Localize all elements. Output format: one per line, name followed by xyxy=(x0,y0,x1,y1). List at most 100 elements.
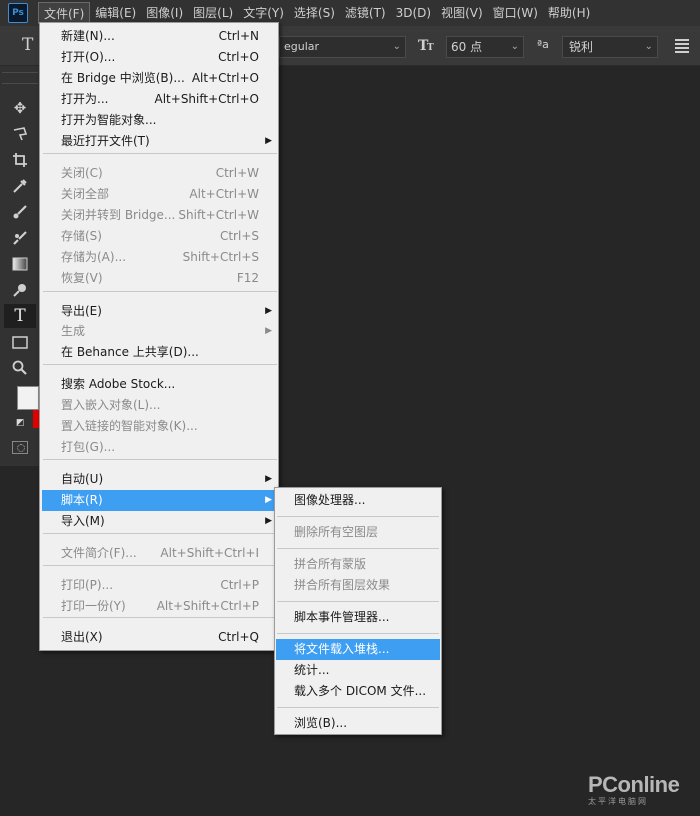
type-tool-preset-icon[interactable]: T xyxy=(22,35,33,55)
script-submenu: 图像处理器... 删除所有空图层拼合所有蒙版拼合所有图层效果 脚本事件管理器... 将… xyxy=(274,487,442,735)
script-menu-item[interactable]: 脚本事件管理器... xyxy=(276,607,440,628)
submenu-arrow-icon: ▶ xyxy=(265,136,272,146)
menu-item-label: 自动(U) xyxy=(61,472,104,486)
menu-item-label: 关闭(C) xyxy=(61,166,103,180)
lasso-icon[interactable] xyxy=(4,122,36,146)
file-menu-item[interactable]: 关闭(C) Ctrl+W xyxy=(42,163,278,184)
font-size-value: 60 点 xyxy=(451,40,483,54)
menu-item-shortcut: Alt+Ctrl+W xyxy=(189,187,259,201)
menu-separator xyxy=(43,153,277,154)
menu-separator xyxy=(43,565,277,566)
file-menu-item[interactable]: 打开为... Alt+Shift+Ctrl+O xyxy=(42,89,278,110)
menu-item-label: 脚本(R) xyxy=(61,493,103,507)
menu-layer[interactable]: 图层(L) xyxy=(188,2,238,24)
menu-edit[interactable]: 编辑(E) xyxy=(90,2,141,24)
menu-item-shortcut: Ctrl+P xyxy=(220,578,259,592)
menu-item-label: 退出(X) xyxy=(61,630,103,644)
pconline-watermark: PConline 太平洋电脑网 xyxy=(588,772,692,807)
script-menu-item[interactable]: 删除所有空图层 xyxy=(276,522,440,543)
script-menu-item[interactable]: 统计... xyxy=(276,660,440,681)
menu-item-label: 打印(P)... xyxy=(61,578,114,592)
menu-separator xyxy=(277,707,439,708)
file-menu-item[interactable]: 打开为智能对象... xyxy=(42,110,278,131)
file-menu-item[interactable]: 导出(E) ▶ xyxy=(42,301,278,322)
font-size-select[interactable]: 60 点 ⌄ xyxy=(446,36,524,58)
script-menu-item[interactable]: 将文件载入堆栈... xyxy=(276,639,440,660)
file-menu-item[interactable]: 自动(U) ▶ xyxy=(42,469,278,490)
clone-stamp-icon[interactable] xyxy=(4,226,36,250)
script-menu-item[interactable]: 拼合所有图层效果 xyxy=(276,575,440,596)
file-menu-item[interactable]: 打印(P)... Ctrl+P xyxy=(42,575,278,596)
file-menu-item[interactable]: 最近打开文件(T) ▶ xyxy=(42,131,278,152)
file-menu-item[interactable]: 关闭全部 Alt+Ctrl+W xyxy=(42,184,278,205)
file-menu-item[interactable]: 恢复(V) F12 xyxy=(42,268,278,289)
menu-item-shortcut: Alt+Ctrl+O xyxy=(191,71,259,85)
menu-item-label: 恢复(V) xyxy=(61,271,103,285)
foreground-color-swatch[interactable] xyxy=(17,386,39,410)
file-menu-item[interactable]: 置入链接的智能对象(K)... xyxy=(42,416,278,437)
brush-icon[interactable] xyxy=(4,200,36,224)
crop-icon[interactable] xyxy=(4,148,36,172)
file-menu-item[interactable]: 文件简介(F)... Alt+Shift+Ctrl+I xyxy=(42,543,278,564)
file-menu-item[interactable]: 生成 ▶ xyxy=(42,321,278,342)
menu-select[interactable]: 选择(S) xyxy=(289,2,340,24)
menu-3d[interactable]: 3D(D) xyxy=(391,2,436,24)
dodge-icon[interactable] xyxy=(4,278,36,302)
menu-item-shortcut: Shift+Ctrl+W xyxy=(178,208,259,222)
script-menu-item[interactable]: 载入多个 DICOM 文件... xyxy=(276,681,440,702)
file-menu-item[interactable]: 存储为(A)... Shift+Ctrl+S xyxy=(42,247,278,268)
align-left-icon[interactable] xyxy=(675,39,689,55)
menu-item-label: 统计... xyxy=(294,663,330,677)
file-menu-item[interactable]: 退出(X) Ctrl+Q xyxy=(42,627,278,648)
menu-window[interactable]: 窗口(W) xyxy=(488,2,543,24)
menu-item-label: 脚本事件管理器... xyxy=(294,610,390,624)
menu-item-shortcut: Ctrl+O xyxy=(218,50,259,64)
menu-separator xyxy=(277,548,439,549)
script-menu-item[interactable]: 浏览(B)... xyxy=(276,713,440,734)
move-icon[interactable]: ✥ xyxy=(4,96,36,120)
menu-item-shortcut: Shift+Ctrl+S xyxy=(182,250,259,264)
chevron-down-icon: ⌄ xyxy=(392,41,401,52)
menu-separator xyxy=(277,516,439,517)
file-menu-item[interactable]: 在 Behance 上共享(D)... xyxy=(42,342,278,363)
menu-item-label: 拼合所有图层效果 xyxy=(294,578,391,592)
menu-item-shortcut: Ctrl+S xyxy=(219,229,259,243)
menu-separator xyxy=(277,601,439,602)
type-icon[interactable]: T xyxy=(4,304,36,328)
menu-separator xyxy=(43,533,277,534)
file-menu-item[interactable]: 打开(O)... Ctrl+O xyxy=(42,47,278,68)
eyedropper-icon[interactable] xyxy=(4,174,36,198)
menu-item-label: 导入(M) xyxy=(61,514,105,528)
rectangle-icon[interactable] xyxy=(4,330,36,354)
menu-file[interactable]: 文件(F) xyxy=(38,2,91,24)
script-menu-item[interactable]: 图像处理器... xyxy=(276,490,440,511)
file-menu-item[interactable]: 存储(S) Ctrl+S xyxy=(42,226,278,247)
menu-separator xyxy=(43,617,277,618)
file-menu-item[interactable]: 新建(N)... Ctrl+N xyxy=(42,26,278,47)
file-menu-item[interactable]: 在 Bridge 中浏览(B)... Alt+Ctrl+O xyxy=(42,68,278,89)
menu-item-label: 打开为智能对象... xyxy=(61,113,157,127)
zoom-icon[interactable] xyxy=(4,356,36,380)
file-menu-item[interactable]: 打包(G)... xyxy=(42,437,278,458)
file-menu-item[interactable]: 关闭并转到 Bridge... Shift+Ctrl+W xyxy=(42,205,278,226)
file-menu-item[interactable]: 脚本(R) ▶ xyxy=(42,490,278,511)
file-menu-item[interactable]: 导入(M) ▶ xyxy=(42,511,278,532)
file-menu-item[interactable]: 打印一份(Y) Alt+Shift+Ctrl+P xyxy=(42,596,278,617)
file-menu-item[interactable]: 搜索 Adobe Stock... xyxy=(42,374,278,395)
default-colors-icon[interactable]: ◩ xyxy=(16,418,26,428)
file-menu-item[interactable]: 置入嵌入对象(L)... xyxy=(42,395,278,416)
antialias-select[interactable]: 锐利 ⌄ xyxy=(562,36,658,58)
menu-item-shortcut: Ctrl+Q xyxy=(218,630,259,644)
script-menu-item[interactable]: 拼合所有蒙版 xyxy=(276,554,440,575)
menu-type[interactable]: 文字(Y) xyxy=(238,2,289,24)
menu-image[interactable]: 图像(I) xyxy=(141,2,188,24)
menu-item-shortcut: Alt+Shift+Ctrl+I xyxy=(160,546,259,560)
gradient-icon[interactable] xyxy=(4,252,36,276)
quick-mask-icon[interactable] xyxy=(12,441,28,454)
panel-grip[interactable] xyxy=(2,72,38,84)
menu-help[interactable]: 帮助(H) xyxy=(543,2,595,24)
menu-view[interactable]: 视图(V) xyxy=(436,2,488,24)
font-style-select[interactable]: egular ⌄ xyxy=(279,36,406,58)
menu-filter[interactable]: 滤镜(T) xyxy=(340,2,391,24)
menu-item-label: 拼合所有蒙版 xyxy=(294,557,367,571)
